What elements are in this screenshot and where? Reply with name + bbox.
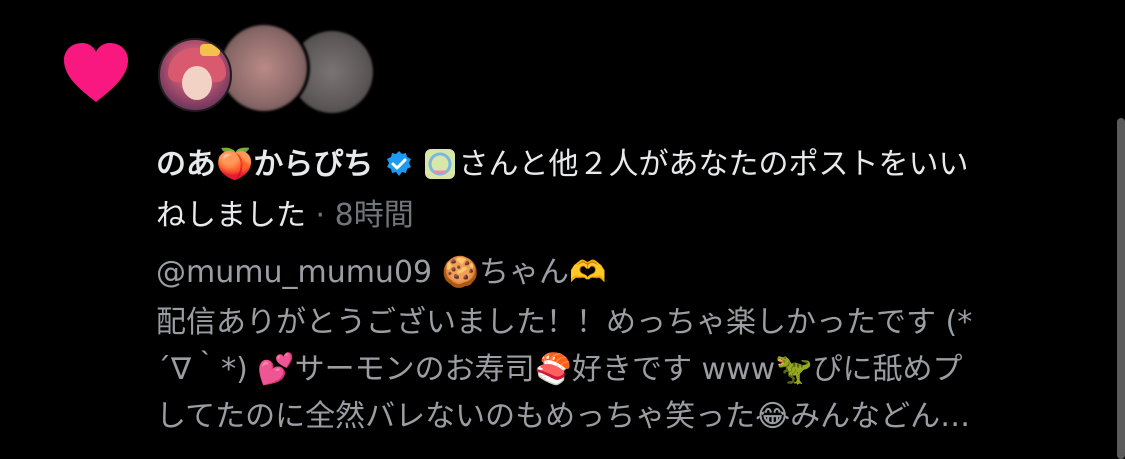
post-text-line: ´∇｀*) 💕サーモンのお寿司🍣好きです www🦖ぴに舐めプ (156, 352, 963, 387)
actor-name[interactable]: のあ🍑からぴち (156, 147, 373, 182)
post-text-line: 配信ありがとうございました！！めっちゃ楽しかったです (* (156, 305, 973, 340)
action-text-line1: さんと他２人があなたのポストをいい (458, 147, 969, 182)
timestamp[interactable]: 8時間 (335, 198, 414, 233)
post-text-line: してたのに全然バレないのもめっちゃ笑った😂みんなどん… (156, 399, 971, 434)
notification-header: のあ🍑からぴち さんと他２人があなたのポストをいい (156, 145, 968, 185)
organization-badge-icon (425, 149, 456, 179)
heart-icon (64, 43, 128, 102)
avatar-blurred-icon[interactable] (218, 22, 310, 114)
action-text-line2: ねしました (156, 198, 306, 233)
post-text-line: @mumu_mumu09 🍪ちゃん🫶 (156, 255, 607, 290)
avatar-noa-icon[interactable] (158, 38, 232, 112)
verified-badge-icon (386, 151, 411, 176)
notification-subline: ねしました · 8時間 (156, 196, 414, 236)
scrollbar[interactable] (1117, 118, 1125, 459)
separator: · (306, 198, 335, 233)
liker-avatars (158, 22, 388, 122)
